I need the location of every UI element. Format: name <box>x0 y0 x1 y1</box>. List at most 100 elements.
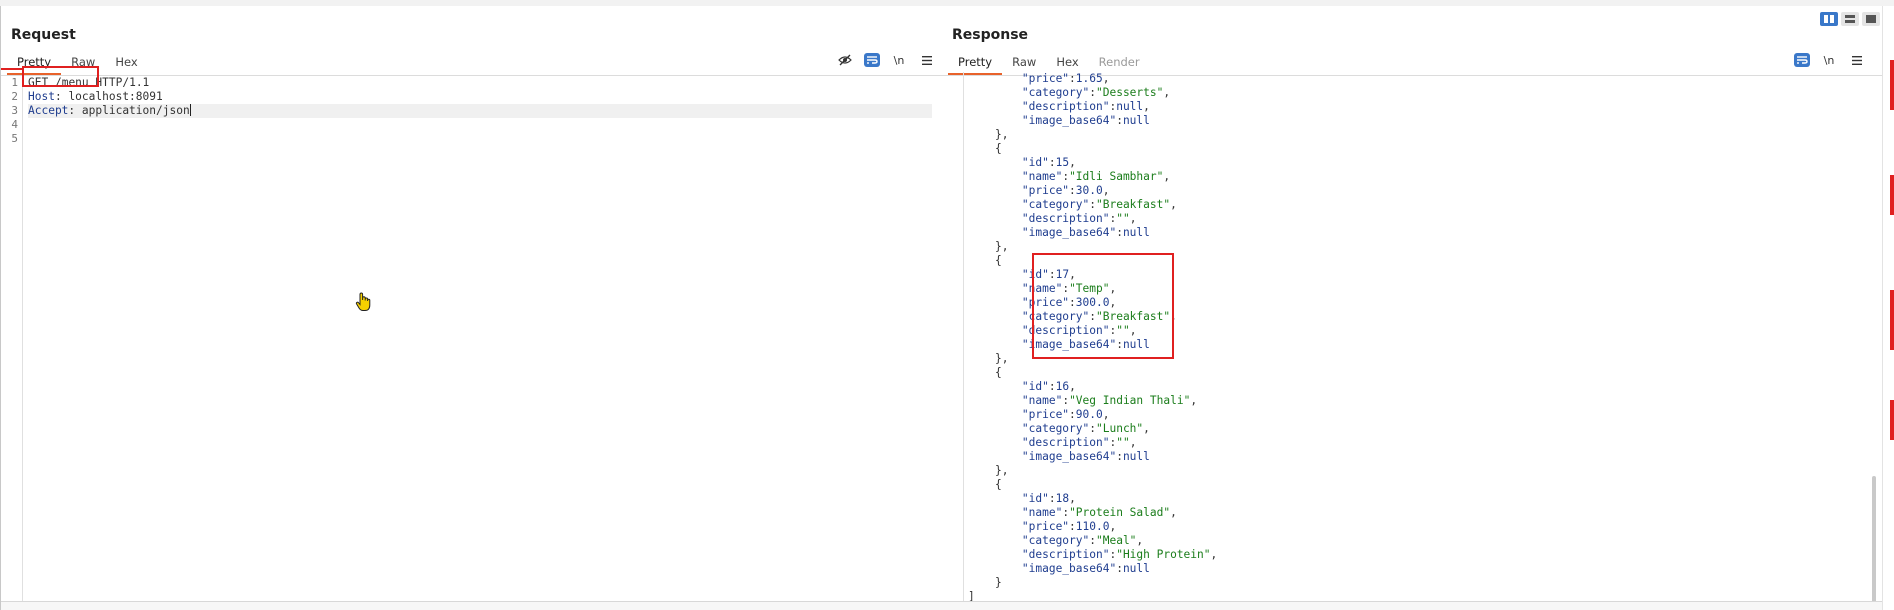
response-horizontal-scrollbar[interactable] <box>942 601 1882 610</box>
json-punctuation: , <box>1102 72 1110 85</box>
request-code[interactable]: GET /menu HTTP/1.1 Host: localhost:8091 … <box>28 76 932 146</box>
wrap-lines-icon[interactable] <box>864 53 880 67</box>
json-punctuation: , <box>1069 156 1076 169</box>
request-pane: Request Pretty Raw Hex \n 1 2 3 4 5 GET … <box>0 6 943 610</box>
json-key: "price" <box>1021 72 1070 85</box>
request-toolbar: \n <box>836 52 936 68</box>
json-key: "price" <box>1021 184 1070 197</box>
response-line: "image_base64":null <box>1021 114 1150 127</box>
json-key: "id" <box>1021 156 1049 169</box>
request-title: Request <box>11 27 76 43</box>
json-key: "id" <box>1021 492 1049 505</box>
split-horizontal-icon[interactable] <box>1820 12 1838 26</box>
hand-cursor-icon <box>355 292 371 316</box>
json-punctuation: , <box>1136 534 1144 547</box>
line-number: 3 <box>11 104 18 117</box>
json-value: "Idli Sambhar" <box>1069 170 1164 183</box>
json-key: "description" <box>1021 436 1110 449</box>
json-punctuation: , <box>1069 380 1076 393</box>
json-value: "Meal" <box>1096 534 1137 547</box>
response-line: { <box>968 366 1872 380</box>
response-line: "description":"", <box>1021 436 1137 449</box>
json-punctuation: }, <box>994 128 1009 141</box>
json-punctuation: , <box>1170 198 1177 211</box>
response-line: "category":"Lunch", <box>1021 422 1150 435</box>
response-line: "description":"", <box>1021 212 1137 225</box>
line-number: 1 <box>11 76 18 89</box>
json-key: "category" <box>1021 422 1090 435</box>
json-value: "" <box>1116 436 1130 449</box>
header-value: application/json <box>81 104 190 117</box>
response-line: "name":"Protein Salad", <box>1021 506 1177 519</box>
single-pane-icon[interactable] <box>1862 12 1880 26</box>
response-pane: Response Pretty Raw Hex Render \n "price… <box>942 6 1883 610</box>
request-line-3: Accept: application/json <box>28 104 932 118</box>
response-line: "description":"High Protein", <box>1021 548 1218 561</box>
json-value: "Protein Salad" <box>1069 506 1171 519</box>
json-key: "category" <box>1021 534 1090 547</box>
response-line: "id":18, <box>1021 492 1076 505</box>
json-value: 16 <box>1055 380 1070 393</box>
json-value: 15 <box>1055 156 1070 169</box>
request-line-gutter: 1 2 3 4 5 <box>1 76 23 602</box>
json-punctuation: }, <box>994 240 1009 253</box>
json-value: "" <box>1116 212 1130 225</box>
response-line: "category":"Meal", <box>1021 534 1144 547</box>
request-editor[interactable]: 1 2 3 4 5 GET /menu HTTP/1.1 Host: local… <box>1 76 942 602</box>
request-line-4 <box>28 118 932 132</box>
hamburger-menu-icon[interactable] <box>918 52 936 68</box>
json-punctuation: , <box>1102 408 1110 421</box>
json-punctuation: { <box>994 478 1002 491</box>
response-line: }, <box>968 240 1872 254</box>
request-horizontal-scrollbar[interactable] <box>1 601 942 610</box>
json-value: "Lunch" <box>1096 422 1144 435</box>
json-key: "description" <box>1021 212 1110 225</box>
response-line: "image_base64":null <box>1021 562 1150 575</box>
header-value: localhost:8091 <box>68 90 163 103</box>
json-value: 18 <box>1055 492 1070 505</box>
json-value: "Veg Indian Thali" <box>1069 394 1191 407</box>
annotation-line <box>1 68 23 70</box>
response-line: "image_base64":null <box>1021 226 1150 239</box>
response-line: "image_base64":null <box>1021 450 1150 463</box>
response-line: "id":16, <box>1021 380 1076 393</box>
json-punctuation: , <box>1170 506 1177 519</box>
json-punctuation: , <box>1143 100 1150 113</box>
json-key: "image_base64" <box>1021 114 1117 127</box>
json-value: 30.0 <box>1075 184 1103 197</box>
json-key: "image_base64" <box>1021 226 1117 239</box>
eye-slash-icon[interactable] <box>836 52 854 68</box>
wrap-lines-icon[interactable] <box>1794 53 1810 67</box>
json-value: 90.0 <box>1075 408 1103 421</box>
json-punctuation: { <box>994 366 1002 379</box>
response-line-gutter <box>942 72 964 602</box>
request-line-1: GET /menu HTTP/1.1 <box>28 76 932 90</box>
json-punctuation: } <box>994 576 1002 589</box>
request-tab-hex[interactable]: Hex <box>105 50 147 75</box>
response-vertical-scrollbar[interactable] <box>1872 476 1876 606</box>
json-key: "image_base64" <box>1021 450 1117 463</box>
response-line: "category":"Breakfast", <box>1021 198 1177 211</box>
json-punctuation: , <box>1143 422 1150 435</box>
json-value: "Desserts" <box>1096 86 1164 99</box>
json-value: 1.65 <box>1075 72 1103 85</box>
layout-toggle-group <box>1820 12 1880 26</box>
response-line: "description":null, <box>1021 100 1150 113</box>
split-vertical-icon[interactable] <box>1841 12 1859 26</box>
response-line: }, <box>968 128 1872 142</box>
json-value: null <box>1122 114 1150 127</box>
json-key: "name" <box>1021 506 1063 519</box>
response-line: "id":15, <box>1021 156 1076 169</box>
response-line: "price":30.0, <box>1021 184 1110 197</box>
json-key: "image_base64" <box>1021 562 1117 575</box>
hamburger-menu-icon[interactable] <box>1848 52 1866 68</box>
json-punctuation: , <box>1190 394 1198 407</box>
newline-toggle[interactable]: \n <box>1820 52 1838 68</box>
response-line: }, <box>968 464 1872 478</box>
newline-toggle[interactable]: \n <box>890 52 908 68</box>
response-line: "price":110.0, <box>1021 520 1117 533</box>
json-punctuation: , <box>1163 170 1171 183</box>
edge-marker <box>1890 60 1894 110</box>
json-punctuation: , <box>1109 520 1117 533</box>
json-key: "price" <box>1021 520 1070 533</box>
